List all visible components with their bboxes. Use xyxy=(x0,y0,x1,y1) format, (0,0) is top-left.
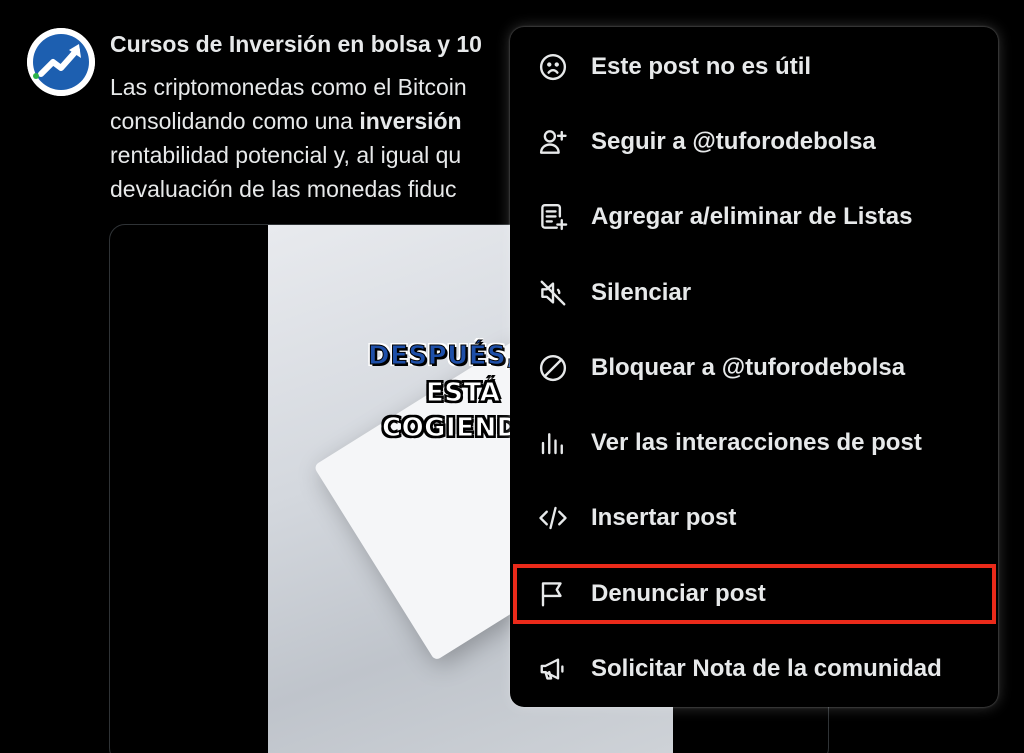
menu-item-label: Este post no es útil xyxy=(591,52,812,80)
post-text-line: devaluación de las monedas fiduc xyxy=(110,176,457,202)
menu-item-label: Bloquear a @tuforodebolsa xyxy=(591,353,906,381)
menu-item-label: Ver las interacciones de post xyxy=(591,428,922,456)
code-embed-icon xyxy=(537,502,569,534)
post-author-name[interactable]: Cursos de Inversión en bolsa y 10 xyxy=(110,31,482,58)
menu-item-label: Denunciar post xyxy=(591,579,766,607)
post-text-bold: inversión xyxy=(359,108,462,134)
menu-item-label: Seguir a @tuforodebolsa xyxy=(591,127,876,155)
post-text: Las criptomonedas como el Bitcoin consol… xyxy=(110,70,530,206)
menu-item-label: Solicitar Nota de la comunidad xyxy=(591,654,942,682)
post-text-line: consolidando como una inversión xyxy=(110,108,462,134)
menu-item-report[interactable]: Denunciar post xyxy=(510,556,998,631)
menu-item-block[interactable]: Bloquear a @tuforodebolsa xyxy=(510,330,998,405)
menu-item-lists[interactable]: Agregar a/eliminar de Listas xyxy=(510,179,998,254)
menu-item-embed[interactable]: Insertar post xyxy=(510,480,998,555)
menu-item-interactions[interactable]: Ver las interacciones de post xyxy=(510,405,998,480)
post-text-line: Las criptomonedas como el Bitcoin xyxy=(110,74,467,100)
menu-item-not-useful[interactable]: Este post no es útil xyxy=(510,29,998,104)
mute-icon xyxy=(537,277,569,309)
menu-item-label: Insertar post xyxy=(591,503,737,531)
menu-item-community-note[interactable]: Solicitar Nota de la comunidad xyxy=(510,631,998,706)
post-text-line: rentabilidad potencial y, al igual qu xyxy=(110,142,462,168)
menu-item-mute[interactable]: Silenciar xyxy=(510,255,998,330)
follow-user-icon xyxy=(537,126,569,158)
post-avatar[interactable] xyxy=(27,28,95,96)
menu-item-follow[interactable]: Seguir a @tuforodebolsa xyxy=(510,104,998,179)
frown-face-icon xyxy=(537,51,569,83)
block-icon xyxy=(537,352,569,384)
flag-icon xyxy=(537,578,569,610)
megaphone-icon xyxy=(537,653,569,685)
menu-item-label: Silenciar xyxy=(591,278,692,306)
menu-item-label: Agregar a/eliminar de Listas xyxy=(591,202,913,230)
list-add-icon xyxy=(537,201,569,233)
post-options-menu: Este post no es útil Seguir a @tuforodeb… xyxy=(510,27,998,707)
chart-logo-icon xyxy=(27,28,95,96)
analytics-icon xyxy=(537,427,569,459)
